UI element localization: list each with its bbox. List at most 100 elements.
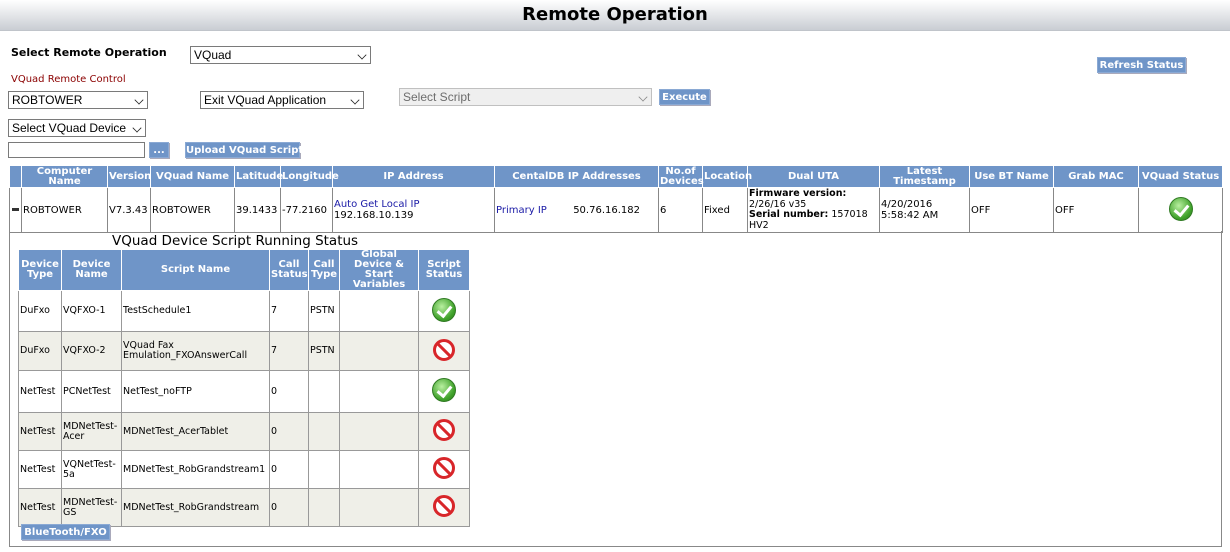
cell-use-bt-name: OFF xyxy=(969,187,1054,233)
cell-script-name: NetTest_noFTP xyxy=(121,370,270,413)
upload-vquad-script-button[interactable]: Upload VQuad Script xyxy=(185,142,303,158)
cell-call-type: PSTN xyxy=(308,290,340,332)
cell-global-vars xyxy=(339,331,419,371)
stopped-icon xyxy=(433,495,455,517)
header-location: Location xyxy=(702,165,752,188)
cell-script-name: MDNetTest_RobGrandstream xyxy=(121,488,270,527)
cell-call-status: 7 xyxy=(269,331,309,371)
cell-device-name: VQNetTest-5a xyxy=(61,450,122,489)
chevron-down-icon xyxy=(134,95,144,105)
bluetooth-fxo-button[interactable]: BlueTooth/FXO xyxy=(21,524,110,540)
cell-dual-uta: Firmware version: 2/26/16 v35 Serial num… xyxy=(747,187,880,233)
header-latitude: Latitude xyxy=(234,165,283,188)
cell-no-of-devices: 6 xyxy=(658,187,703,233)
cell-script-status xyxy=(418,488,470,527)
action-select[interactable]: Exit VQuad Application xyxy=(200,91,364,109)
cell-script-status xyxy=(418,450,470,489)
cell-longitude: -77.2160 xyxy=(280,187,333,233)
table-row: NetTest MDNetTest-Acer MDNetTest_AcerTab… xyxy=(18,412,470,451)
cell-computer-name: ROBTOWER xyxy=(21,187,108,233)
cell-device-name: VQFXO-2 xyxy=(61,331,122,371)
remote-control-label: VQuad Remote Control xyxy=(11,74,126,85)
operation-select[interactable]: VQuad xyxy=(190,46,371,64)
cell-script-name: TestSchedule1 xyxy=(121,290,270,332)
cell-device-name: PCNetTest xyxy=(61,370,122,413)
tower-select-value: ROBTOWER xyxy=(12,93,83,107)
cell-global-vars xyxy=(339,412,419,451)
cell-script-status xyxy=(418,412,470,451)
header-dual-uta: Dual UTA xyxy=(747,165,880,188)
script-table-header: Device Type Device Name Script Name Call… xyxy=(18,249,470,291)
header-ip-address: IP Address xyxy=(332,165,495,188)
cell-script-name: VQuad Fax Emulation_FXOAnswerCall xyxy=(121,331,270,371)
cell-call-status: 7 xyxy=(269,290,309,332)
cell-call-status: 0 xyxy=(269,450,309,489)
cell-device-name: MDNetTest-GS xyxy=(61,488,122,527)
header-version: Version xyxy=(107,165,151,188)
cell-device-type: NetTest xyxy=(18,370,62,413)
collapse-toggle[interactable] xyxy=(9,187,22,233)
header-expand xyxy=(9,165,22,188)
header-computer-name: Computer Name xyxy=(21,165,108,188)
header-use-bt-name: Use BT Name xyxy=(969,165,1054,188)
chevron-down-icon xyxy=(350,95,360,105)
refresh-status-button[interactable]: Refresh Status xyxy=(1097,57,1186,73)
firmware-label: Firmware version: xyxy=(749,188,847,199)
cell-latitude: 39.1433 xyxy=(234,187,281,233)
cell-device-type: NetTest xyxy=(18,488,62,527)
serial-value: 157018 xyxy=(831,209,868,220)
cell-ip-address: Auto Get Local IP 192.168.10.139 xyxy=(332,187,495,233)
script-select-value: Select Script xyxy=(403,90,471,104)
cell-grab-mac: OFF xyxy=(1053,187,1139,233)
header-device-name: Device Name xyxy=(61,249,122,291)
header-latest-timestamp: Latest Timestamp xyxy=(879,165,970,188)
hw-value: HV2 xyxy=(749,219,769,231)
header-vquad-name: VQuad Name xyxy=(150,165,235,188)
cell-global-vars xyxy=(339,290,419,332)
cell-script-status xyxy=(418,290,470,332)
browse-button[interactable]: ... xyxy=(149,142,169,158)
serial-label: Serial number: xyxy=(749,209,829,220)
cell-global-vars xyxy=(339,488,419,527)
header-global-vars: Global Device & Start Variables xyxy=(339,249,419,291)
operation-select-value: VQuad xyxy=(194,48,232,62)
page-title: Remote Operation xyxy=(0,0,1230,31)
cell-call-status: 0 xyxy=(269,370,309,413)
ip-value: 192.168.10.139 xyxy=(334,210,414,221)
header-no-of-devices: No.of Devices xyxy=(658,165,704,188)
table-row: DuFxo VQFXO-1 TestSchedule1 7 PSTN xyxy=(18,290,470,332)
cell-centaldb-ips: Primary IP 50.76.16.182 xyxy=(494,187,659,233)
cell-vquad-name: ROBTOWER xyxy=(150,187,235,233)
device-table: Computer Name Version VQuad Name Latitud… xyxy=(9,165,1223,233)
execute-button[interactable]: Execute xyxy=(659,89,710,105)
cell-latest-timestamp: 4/20/2016 5:58:42 AM xyxy=(879,187,970,233)
script-status-title: VQuad Device Script Running Status xyxy=(112,233,359,249)
cell-script-name: MDNetTest_AcerTablet xyxy=(121,412,270,451)
action-select-value: Exit VQuad Application xyxy=(204,93,327,107)
chevron-down-icon xyxy=(132,123,142,133)
status-ok-icon xyxy=(432,378,456,402)
status-ok-icon xyxy=(1168,196,1193,221)
table-row: DuFxo VQFXO-2 VQuad Fax Emulation_FXOAns… xyxy=(18,331,470,371)
header-call-type: Call Type xyxy=(308,249,340,291)
cell-call-status: 0 xyxy=(269,412,309,451)
cell-device-type: DuFxo xyxy=(18,290,62,332)
tower-select[interactable]: ROBTOWER xyxy=(8,91,148,109)
table-row: ROBTOWER V7.3.43 ROBTOWER 39.1433 -77.21… xyxy=(9,187,1223,233)
status-ok-icon xyxy=(432,297,456,322)
header-device-type: Device Type xyxy=(18,249,62,291)
auto-get-local-ip-link[interactable]: Auto Get Local IP xyxy=(334,199,493,210)
stopped-icon xyxy=(433,457,455,479)
cell-call-type: PSTN xyxy=(308,331,340,371)
table-row: NetTest MDNetTest-GS MDNetTest_RobGrands… xyxy=(18,488,470,527)
script-file-input[interactable] xyxy=(8,142,145,158)
table-row: NetTest PCNetTest NetTest_noFTP 0 xyxy=(18,370,470,413)
device-table-header: Computer Name Version VQuad Name Latitud… xyxy=(9,165,1223,188)
script-select[interactable]: Select Script xyxy=(399,88,652,106)
cell-device-type: NetTest xyxy=(18,450,62,489)
cell-call-type xyxy=(308,488,340,527)
primary-ip-label: Primary IP xyxy=(496,204,547,216)
vquad-device-select[interactable]: Select VQuad Device xyxy=(8,119,146,137)
vquad-device-select-value: Select VQuad Device xyxy=(12,121,127,135)
header-vquad-status: VQuad Status xyxy=(1138,165,1223,188)
